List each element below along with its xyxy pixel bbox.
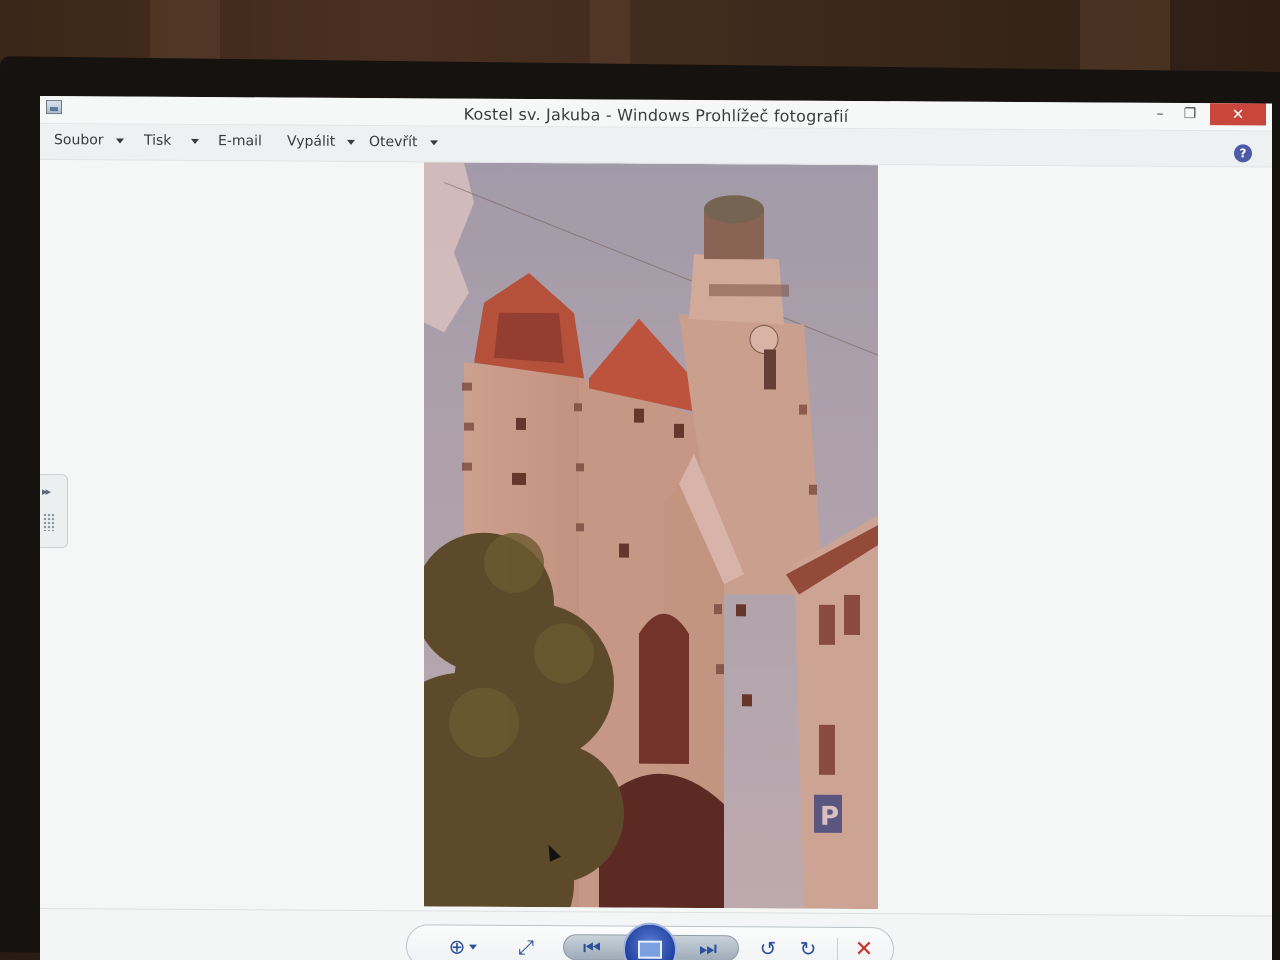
previous-button[interactable]: ⏮ (577, 932, 607, 960)
menu-tisk[interactable]: Tisk (144, 132, 200, 149)
wall-post (1080, 0, 1170, 80)
help-icon[interactable]: ? (1234, 144, 1252, 163)
next-icon: ⏭ (699, 936, 717, 960)
side-panel-toggle[interactable]: ▸▸ (40, 473, 68, 549)
zoom-icon: ⊕ (448, 934, 466, 959)
menu-soubor[interactable]: Soubor (54, 132, 124, 148)
chevron-down-icon (115, 137, 124, 144)
grip-icon (43, 513, 55, 532)
chevron-down-icon (191, 138, 200, 144)
photo-viewer-window: Kostel sv. Jakuba - Windows Prohlížeč fo… (40, 96, 1272, 960)
rotate-left-icon: ↺ (759, 936, 777, 960)
viewer-toolbar: ⊕ ⤢ ⏮ ⏭ ↺ ↻ ✕ (406, 922, 894, 960)
church-tower-photo: P (424, 162, 878, 910)
chevron-down-icon (469, 944, 478, 950)
zoom-button[interactable]: ⊕ (441, 931, 485, 960)
menu-vypalit[interactable]: Vypálit (287, 133, 356, 150)
slideshow-icon (638, 940, 662, 959)
toolbar-separator (837, 937, 838, 960)
chevron-down-icon (347, 139, 356, 145)
menu-otevrit[interactable]: Otevřít (369, 134, 438, 150)
menu-email[interactable]: E-mail (218, 133, 262, 149)
close-button[interactable]: ✕ (1210, 103, 1266, 126)
previous-icon: ⏮ (583, 935, 601, 960)
restore-button[interactable]: ❐ (1176, 103, 1204, 125)
rotate-left-button[interactable]: ↺ (753, 933, 783, 960)
actual-size-button[interactable]: ⤢ (511, 932, 541, 960)
rotate-right-button[interactable]: ↻ (793, 934, 823, 960)
delete-button[interactable]: ✕ (849, 934, 879, 960)
photo-illustration: P (424, 162, 878, 910)
chevron-down-icon (429, 139, 438, 145)
menu-email-label: E-mail (218, 133, 262, 150)
fit-window-icon: ⤢ (518, 934, 534, 960)
menu-vypalit-label: Vypálit (287, 133, 336, 150)
menu-soubor-label: Soubor (54, 132, 104, 149)
menu-tisk-label: Tisk (144, 132, 172, 149)
slideshow-button[interactable] (623, 922, 677, 960)
photo-viewport: ▸▸ P (40, 160, 1272, 916)
menu-otevrit-label: Otevřít (369, 134, 418, 151)
expand-panel-icon: ▸▸ (42, 485, 50, 499)
minimize-button[interactable]: – (1146, 103, 1174, 125)
rotate-right-icon: ↻ (799, 936, 817, 960)
delete-icon: ✕ (854, 936, 874, 960)
next-button[interactable]: ⏭ (693, 933, 723, 960)
